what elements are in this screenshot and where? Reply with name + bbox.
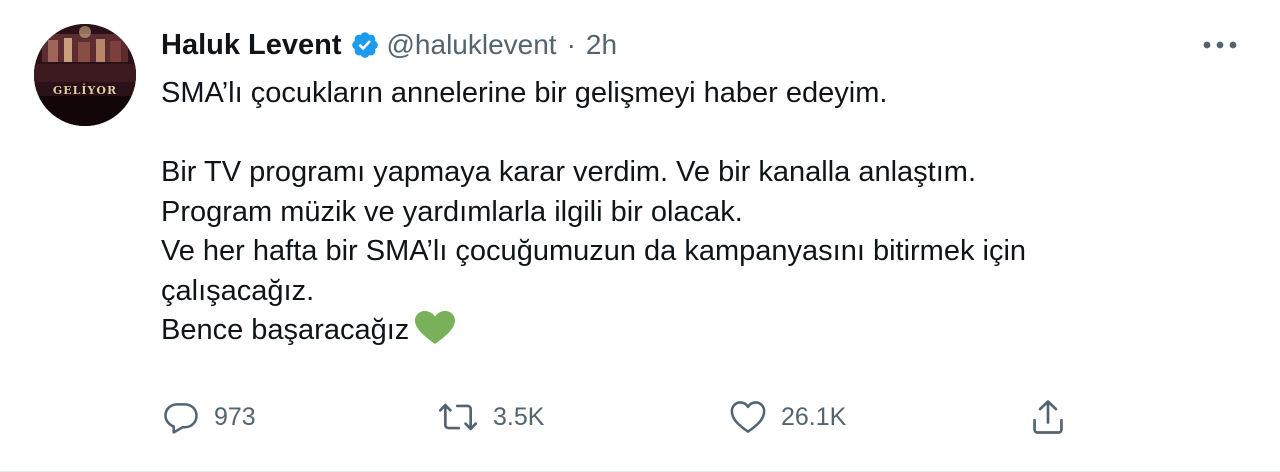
tweet-line: Bence başaracağız <box>161 314 410 346</box>
like-heart-icon <box>730 401 766 433</box>
separator-dot: · <box>566 29 576 60</box>
tweet-line: Bir TV programı yapmaya karar verdim. Ve… <box>161 156 977 188</box>
retweet-button[interactable]: 3.5K <box>437 392 544 442</box>
green-heart-icon <box>415 311 456 345</box>
retweet-icon <box>438 403 478 431</box>
tweet-line: SMA’lı çocukların annelerine bir gelişme… <box>161 77 888 109</box>
more-options-button[interactable] <box>1200 30 1240 60</box>
tweet-card[interactable]: GELİYOR Haluk Levent @haluklevent · 2h S… <box>0 0 1280 472</box>
reply-count: 973 <box>214 402 256 431</box>
tweet-line: Program müzik ve yardımlarla ilgili bir … <box>161 195 743 228</box>
more-dots-icon <box>1203 41 1237 49</box>
like-button[interactable]: 26.1K <box>729 392 846 442</box>
tweet-line: çalışacağız. <box>161 274 315 307</box>
tweet-text: SMA’lı çocukların annelerine bir gelişme… <box>161 74 1221 351</box>
share-icon <box>1033 400 1063 434</box>
reply-icon <box>164 403 198 434</box>
tweet-last-line: Bence başaracağız <box>161 311 1221 351</box>
retweet-count: 3.5K <box>493 402 545 431</box>
avatar-image <box>34 24 136 126</box>
user-handle[interactable]: @haluklevent <box>387 29 557 61</box>
tweet-header: Haluk Levent @haluklevent · 2h <box>161 22 617 68</box>
share-button[interactable] <box>1030 392 1066 442</box>
like-count: 26.1K <box>781 402 847 431</box>
action-bar: 973 3.5K 26.1K <box>0 392 1280 442</box>
avatar[interactable]: GELİYOR <box>34 24 136 126</box>
reply-button[interactable]: 973 <box>162 392 256 442</box>
tweet-line: Ve her hafta bir SMA’lı çocuğumuzun da k… <box>161 235 1027 267</box>
avatar-caption: GELİYOR <box>52 84 118 97</box>
display-name[interactable]: Haluk Levent <box>161 29 342 62</box>
verified-badge-icon <box>350 30 380 60</box>
timestamp[interactable]: 2h <box>586 29 617 61</box>
